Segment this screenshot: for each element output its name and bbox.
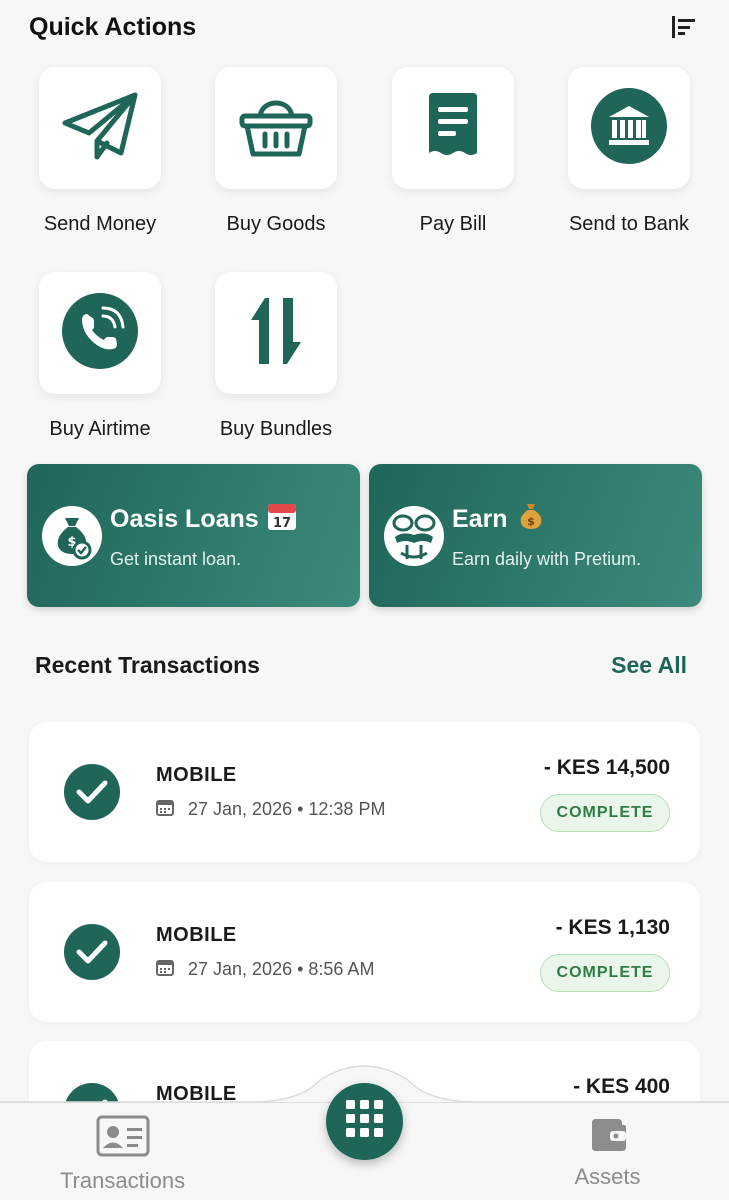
phone-call-icon: [61, 292, 139, 375]
see-all-link[interactable]: See All: [611, 652, 687, 679]
promo-earn[interactable]: Earn $ Earn daily with Pretium.: [369, 464, 702, 607]
buy-goods-button[interactable]: [215, 67, 337, 189]
calendar-icon: [156, 798, 174, 821]
bank-icon: [590, 87, 668, 170]
calendar-emoji-icon: 17: [267, 501, 297, 537]
transaction-amount: - KES 14,500: [543, 756, 670, 779]
data-arrows-icon: [247, 296, 305, 371]
status-badge: COMPLETE: [540, 954, 670, 992]
money-bag-emoji-icon: $: [516, 501, 546, 537]
align-left-menu-icon[interactable]: [669, 12, 699, 42]
quick-action-pay-bill[interactable]: Pay Bill: [378, 67, 528, 236]
transaction-amount: - KES 1,130: [555, 916, 670, 939]
nav-assets[interactable]: Assets: [565, 1115, 650, 1190]
apps-fab-button[interactable]: [326, 1083, 403, 1160]
nav-label: Assets: [574, 1164, 641, 1189]
send-money-button[interactable]: [39, 67, 161, 189]
section-title: Recent Transactions: [35, 652, 260, 678]
quick-action-label: Buy Airtime: [49, 418, 151, 440]
calendar-date: 17: [273, 516, 291, 531]
nav-transactions[interactable]: Transactions: [50, 1115, 195, 1194]
receipt-icon: [423, 92, 483, 164]
svg-text:$: $: [527, 515, 535, 528]
coins-hand-icon: [384, 505, 444, 566]
promo-subtitle: Get instant loan.: [110, 549, 242, 569]
transaction-date: 27 Jan, 2026 • 8:56 AM: [188, 959, 375, 979]
transaction-row[interactable]: MOBILE 27 Jan, 2026 • 8:56 AM - KES 1,13…: [29, 882, 700, 1022]
quick-action-label: Send Money: [43, 213, 157, 235]
calendar-icon: [156, 958, 174, 981]
quick-action-label: Send to Bank: [568, 213, 690, 235]
quick-action-buy-airtime[interactable]: Buy Airtime: [25, 272, 175, 441]
transaction-type: MOBILE: [156, 924, 237, 946]
quick-action-label: Pay Bill: [419, 213, 487, 235]
nav-label: Transactions: [59, 1168, 186, 1193]
promo-title: Oasis Loans: [110, 504, 259, 533]
transaction-row[interactable]: MOBILE 27 Jan, 2026 • 12:38 PM - KES 14,…: [29, 722, 700, 862]
quick-action-buy-bundles[interactable]: Buy Bundles: [201, 272, 351, 441]
transaction-type: MOBILE: [156, 764, 237, 786]
paper-plane-icon: [61, 91, 139, 166]
promo-subtitle: Earn daily with Pretium.: [452, 549, 642, 569]
quick-action-buy-goods[interactable]: Buy Goods: [201, 67, 351, 236]
promo-title: Earn: [452, 504, 508, 533]
check-circle-icon: [64, 924, 120, 980]
check-circle-icon: [64, 764, 120, 820]
buy-airtime-button[interactable]: [39, 272, 161, 394]
id-card-icon: [96, 1115, 150, 1161]
pay-bill-button[interactable]: [392, 67, 514, 189]
transaction-date: 27 Jan, 2026 • 12:38 PM: [188, 799, 386, 819]
page-title: Quick Actions: [29, 12, 197, 41]
money-bag-icon: $: [42, 505, 102, 566]
quick-action-send-money[interactable]: Send Money: [25, 67, 175, 236]
header: Quick Actions: [29, 10, 699, 44]
promo-oasis-loans[interactable]: $ Oasis Loans 17 Get instant loan.: [27, 464, 360, 607]
quick-action-label: Buy Bundles: [219, 418, 333, 440]
grid-apps-icon: [345, 1099, 385, 1144]
send-to-bank-button[interactable]: [568, 67, 690, 189]
quick-action-send-to-bank[interactable]: Send to Bank: [554, 67, 704, 236]
quick-action-label: Buy Goods: [226, 213, 326, 235]
status-badge: COMPLETE: [540, 794, 670, 832]
buy-bundles-button[interactable]: [215, 272, 337, 394]
wallet-icon: [588, 1119, 628, 1157]
shopping-basket-icon: [238, 92, 314, 165]
